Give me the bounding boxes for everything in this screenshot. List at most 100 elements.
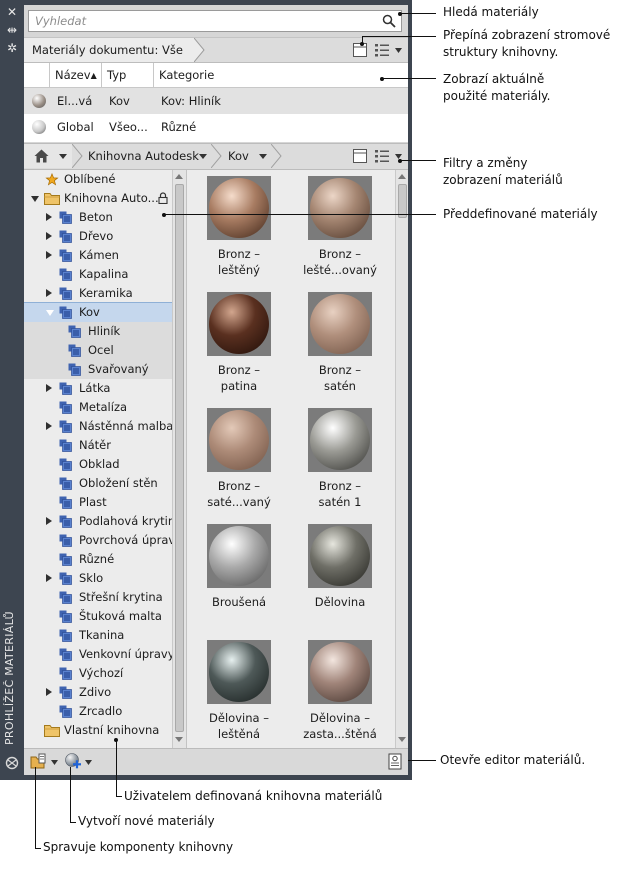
list-view-icon[interactable] [374, 42, 390, 58]
tree-item[interactable]: Beton [24, 208, 172, 227]
tree-item[interactable]: Nátěr [24, 436, 172, 455]
tree-item[interactable]: Látka [24, 379, 172, 398]
tree-item[interactable]: Podlahová krytina [24, 512, 182, 531]
tree-item[interactable]: Keramika [24, 284, 172, 303]
material-tile[interactable]: Dělovina – zasta...štěná [288, 634, 392, 742]
material-tile[interactable]: Dělovina [288, 518, 392, 626]
chevron-down-icon[interactable] [259, 154, 267, 159]
expand-arrow-icon[interactable] [46, 688, 52, 696]
category-icon [59, 686, 72, 699]
expand-arrow-icon[interactable] [46, 574, 52, 582]
tree-item[interactable]: Dřevo [24, 227, 172, 246]
close-icon[interactable]: ✕ [3, 4, 21, 20]
sort-ascending-icon: ▲ [90, 71, 97, 80]
material-tile[interactable]: Bronz – satén 1 [288, 402, 392, 510]
tree-scrollbar[interactable] [172, 170, 186, 748]
home-icon[interactable] [34, 149, 49, 163]
document-materials-filter[interactable]: Materiály dokumentu: Vše [24, 38, 195, 62]
chevron-down-icon[interactable] [395, 48, 402, 53]
material-tile[interactable]: Dělovina – leštěná [187, 634, 291, 742]
tree-item-label: Kapalina [79, 267, 129, 281]
tree-scrollbar-thumb[interactable] [175, 184, 184, 732]
expand-arrow-icon[interactable] [46, 251, 52, 259]
tree-item[interactable]: Zrcadlo [24, 702, 172, 721]
tree-item[interactable]: Plast [24, 493, 172, 512]
collapse-arrow-icon[interactable] [31, 196, 39, 202]
tree-item[interactable]: Zdivo [24, 683, 172, 702]
chevron-down-icon[interactable] [85, 760, 92, 765]
expand-arrow-icon[interactable] [46, 384, 52, 392]
callout-line [382, 78, 436, 79]
tree-item[interactable]: Štuková malta [24, 607, 172, 626]
material-tile[interactable]: Bronz – patina [187, 286, 291, 394]
expand-arrow-icon[interactable] [46, 232, 52, 240]
expand-arrow-icon[interactable] [46, 422, 52, 430]
expand-arrow-icon[interactable] [46, 213, 52, 221]
expand-arrow-icon[interactable] [46, 289, 52, 297]
tree-item[interactable]: Ocel [24, 341, 172, 360]
library-home-crumb[interactable] [24, 144, 72, 168]
material-tile[interactable]: Broušená [187, 518, 291, 626]
material-label: Bronz – lešté...ovaný [303, 247, 377, 277]
chevron-down-icon[interactable] [199, 154, 207, 159]
chevron-down-icon[interactable] [59, 154, 67, 159]
table-row[interactable]: El...vá Kov Kov: Hliník [24, 88, 408, 114]
column-header-type[interactable]: Typ [102, 63, 154, 87]
material-tile[interactable]: Bronz – satén [288, 286, 392, 394]
material-tile[interactable]: Bronz – leštěný [187, 170, 291, 278]
search-icon[interactable] [382, 14, 396, 28]
manage-library-icon[interactable] [30, 753, 48, 770]
column-header-name[interactable]: Název▲ [50, 63, 102, 87]
tree-item[interactable]: Kapalina [24, 265, 172, 284]
create-material-icon[interactable] [64, 752, 82, 770]
tree-item[interactable]: Oblíbené [24, 170, 172, 189]
tree-item[interactable]: Metalíza [24, 398, 172, 417]
collapse-arrow-icon[interactable] [46, 310, 54, 316]
show-hide-tree-icon[interactable] [352, 148, 368, 164]
material-editor-icon[interactable] [388, 753, 402, 770]
material-thumbnail [308, 524, 372, 588]
tree-item[interactable]: Tkanina [24, 626, 172, 645]
category-icon [59, 211, 72, 224]
tree-item[interactable]: Kov [24, 302, 173, 323]
material-tile[interactable]: Bronz – saté...vaný [187, 402, 291, 510]
table-row[interactable]: Global Všeo... Různé [24, 114, 408, 140]
callout-line [362, 36, 363, 44]
tree-item[interactable]: Svařovaný [24, 360, 172, 379]
material-tile[interactable]: Bronz – lešté...ovaný [288, 170, 392, 278]
palette-globe-icon [5, 756, 19, 770]
view-options-icon[interactable] [374, 148, 390, 164]
expand-arrow-icon[interactable] [46, 517, 52, 525]
search-box[interactable] [28, 10, 402, 32]
tree-item[interactable]: Nástěnná malba [24, 417, 173, 436]
tree-item[interactable]: Sklo [24, 569, 172, 588]
scroll-down-icon[interactable] [175, 737, 183, 742]
chevron-down-icon[interactable] [51, 760, 58, 765]
material-thumbnail [308, 292, 372, 356]
tree-item[interactable]: Výchozí [24, 664, 172, 683]
material-swatch-icon [32, 120, 46, 134]
tree-item[interactable]: Vlastní knihovna [24, 721, 172, 740]
scroll-up-icon[interactable] [398, 174, 406, 179]
tree-item[interactable]: Střešní krytina [24, 588, 172, 607]
breadcrumb-autodesk-library[interactable]: Knihovna Autodesk [86, 144, 208, 168]
tree-item[interactable]: Povrchová úprava [24, 531, 182, 550]
grid-scrollbar[interactable] [395, 170, 408, 748]
search-input[interactable] [29, 11, 381, 31]
tree-item[interactable]: Obložení stěn [24, 474, 172, 493]
properties-icon[interactable]: ✲ [3, 40, 21, 56]
scroll-up-icon[interactable] [175, 174, 183, 179]
material-thumbnail [207, 292, 271, 356]
tree-item[interactable]: Knihovna Auto... [24, 189, 172, 208]
grid-scrollbar-thumb[interactable] [398, 184, 407, 218]
callout-user-library: Uživatelem definovaná knihovna materiálů [124, 789, 383, 803]
tree-item[interactable]: Obklad [24, 455, 172, 474]
tree-item[interactable]: Kámen [24, 246, 172, 265]
column-header-category[interactable]: Kategorie [154, 63, 408, 87]
tree-item[interactable]: Venkovní úpravy [24, 645, 175, 664]
scroll-down-icon[interactable] [398, 737, 406, 742]
material-sphere-preview [209, 642, 269, 702]
tree-item[interactable]: Různé [24, 550, 172, 569]
tree-item[interactable]: Hliník [24, 322, 172, 341]
auto-hide-icon[interactable]: ⇹ [3, 22, 21, 38]
